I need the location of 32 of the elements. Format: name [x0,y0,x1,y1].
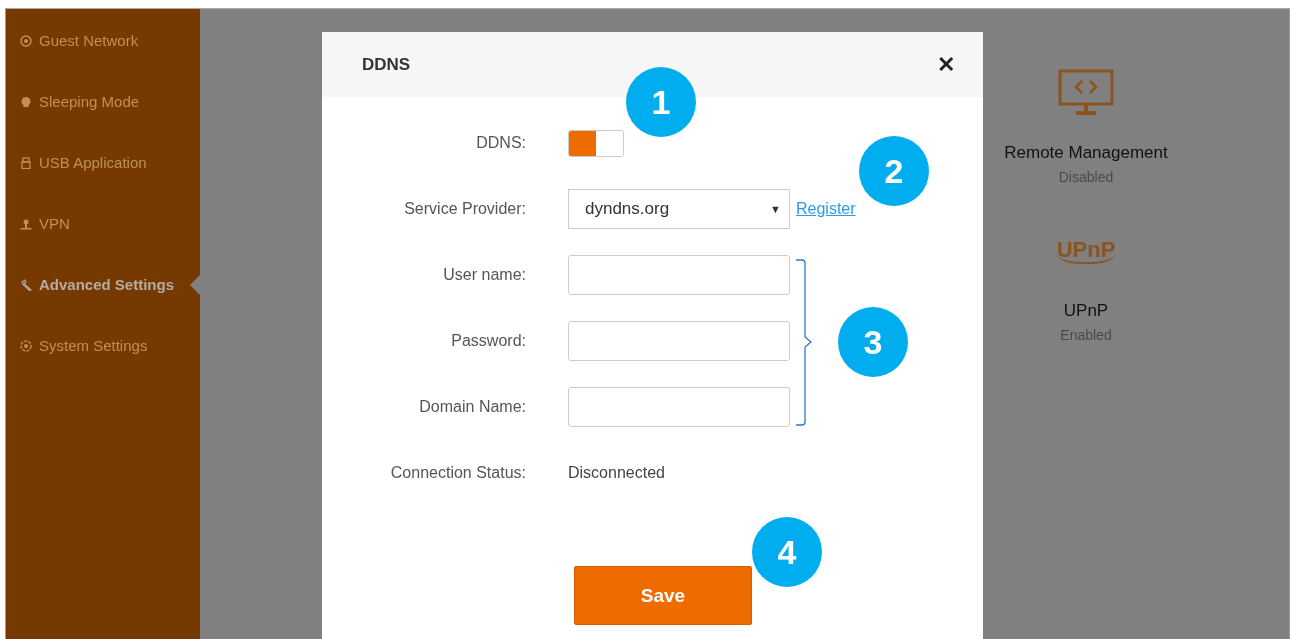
card-title: UPnP [1063,301,1109,321]
field-label: Service Provider: [403,200,526,218]
save-button[interactable]: Save [574,566,752,625]
card-title: Remote Management [1004,143,1168,163]
dialog-title: DDNS [362,54,411,75]
guest-icon [20,34,32,47]
vpn-icon [20,217,32,230]
caret-icon: ▼ [770,203,781,215]
field-label: Connection Status: [389,464,526,482]
provider-dropdown[interactable]: dyndns.org ▼ [568,189,790,229]
usb-icon [20,156,32,169]
upnp-logo: UPnP [1056,238,1116,264]
field-label: User name: [442,266,526,284]
input-field[interactable] [568,321,790,361]
sidebar-item[interactable]: Guest Network [6,10,200,71]
bulb-icon [20,95,32,108]
field-label: Password: [450,332,526,350]
gear-icon [20,339,32,352]
ddns-toggle[interactable] [568,129,624,157]
status-value: Disconnected [568,464,665,482]
sidebar-item[interactable]: VPN [6,193,200,254]
monitor-icon [1058,69,1114,117]
input-field[interactable] [568,387,790,427]
sidebar-item[interactable]: USB Application [6,132,200,193]
input-field[interactable] [568,255,790,295]
close-button[interactable]: ✕ [937,51,955,78]
sidebar-item[interactable]: System Settings [6,315,200,376]
register-link[interactable]: Register [796,200,856,218]
wrench-icon [20,278,32,291]
field-label: DDNS: [475,134,526,152]
sidebar-item[interactable]: Sleeping Mode [6,71,200,132]
field-label: Domain Name: [418,398,526,416]
